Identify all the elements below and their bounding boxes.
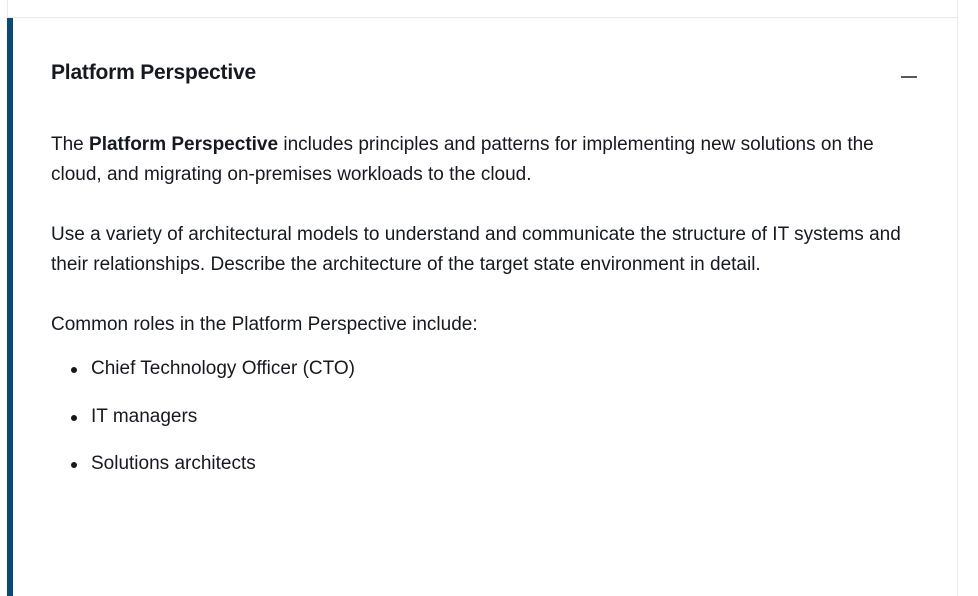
role-label: Chief Technology Officer (CTO) bbox=[91, 358, 355, 379]
role-label: IT managers bbox=[91, 405, 198, 427]
architecture-paragraph: Use a variety of architectural models to… bbox=[51, 224, 901, 275]
panel-body: The Platform Perspective includes princi… bbox=[51, 130, 921, 497]
bullet-icon bbox=[71, 367, 77, 373]
list-item: Chief Technology Officer (CTO) bbox=[71, 354, 921, 384]
minus-icon bbox=[901, 76, 917, 78]
page: Platform Perspective The Platform Perspe… bbox=[0, 0, 978, 596]
previous-panel-edge bbox=[7, 0, 958, 18]
intro-prefix: The bbox=[51, 134, 90, 155]
panel-title: Platform Perspective bbox=[51, 61, 256, 84]
roles-intro: Common roles in the Platform Perspective… bbox=[51, 314, 478, 335]
expandable-panel-platform-perspective: Platform Perspective The Platform Perspe… bbox=[7, 18, 958, 596]
collapse-button[interactable] bbox=[897, 65, 921, 89]
list-item: IT managers bbox=[71, 402, 921, 432]
bullet-icon bbox=[71, 414, 77, 421]
bullet-icon bbox=[71, 462, 77, 468]
intro-paragraph: The Platform Perspective includes princi… bbox=[51, 130, 921, 190]
panel-header[interactable]: Platform Perspective bbox=[51, 56, 921, 90]
role-label: Solutions architects bbox=[91, 453, 256, 474]
roles-list: Chief Technology Officer (CTO) IT manage… bbox=[51, 354, 921, 479]
panel-accent-bar bbox=[7, 18, 13, 596]
intro-bold-term: Platform Perspective bbox=[89, 134, 279, 155]
list-item: Solutions architects bbox=[71, 449, 921, 479]
